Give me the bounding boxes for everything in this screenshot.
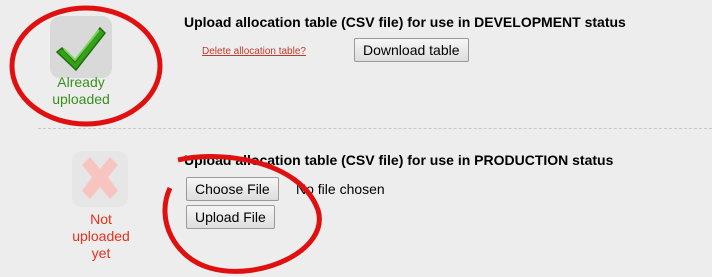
x-mark-icon bbox=[72, 151, 128, 207]
checkmark-icon bbox=[50, 16, 112, 78]
production-status: Not uploaded yet bbox=[72, 211, 130, 261]
production-section: Not uploaded yet Upload allocation table… bbox=[0, 129, 712, 277]
choose-file-button[interactable]: Choose File bbox=[186, 177, 279, 201]
development-title: Upload allocation table (CSV file) for u… bbox=[184, 14, 626, 30]
development-section: Already uploaded Upload allocation table… bbox=[0, 0, 712, 128]
upload-file-button[interactable]: Upload File bbox=[186, 205, 275, 229]
download-table-button[interactable]: Download table bbox=[354, 38, 469, 62]
production-title: Upload allocation table (CSV file) for u… bbox=[184, 152, 614, 168]
development-status: Already uploaded bbox=[52, 74, 110, 107]
file-status-text: No file chosen bbox=[296, 181, 385, 197]
delete-allocation-link[interactable]: Delete allocation table? bbox=[202, 46, 306, 57]
